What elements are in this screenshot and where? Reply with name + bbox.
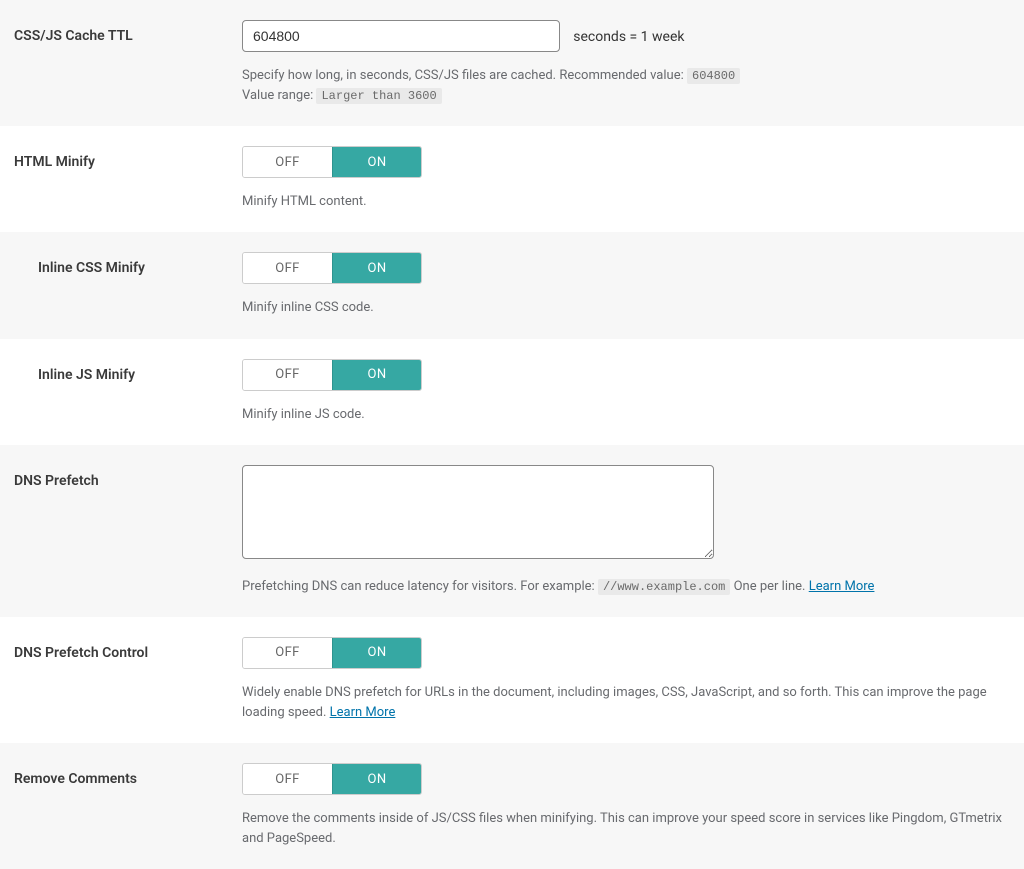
setting-row-cache-ttl: CSS/JS Cache TTL seconds = 1 week Specif… [0,0,1024,126]
help-code: 604800 [687,68,740,84]
setting-label: HTML Minify [14,146,242,212]
toggle-on[interactable]: ON [332,360,421,390]
inline-js-minify-toggle[interactable]: OFF ON [242,359,422,391]
cache-ttl-input[interactable] [242,20,560,52]
setting-help: Prefetching DNS can reduce latency for v… [242,577,1010,597]
toggle-on[interactable]: ON [332,638,421,668]
setting-row-remove-comments: Remove Comments OFF ON Remove the commen… [0,743,1024,869]
setting-control: OFF ON Remove the comments inside of JS/… [242,763,1010,849]
setting-help: Widely enable DNS prefetch for URLs in t… [242,683,1010,723]
toggle-on[interactable]: ON [332,253,421,283]
setting-control: OFF ON Widely enable DNS prefetch for UR… [242,637,1010,723]
dns-prefetch-textarea[interactable] [242,465,714,559]
toggle-off[interactable]: OFF [243,360,332,390]
toggle-on[interactable]: ON [332,764,421,794]
dns-prefetch-control-toggle[interactable]: OFF ON [242,637,422,669]
setting-label: Inline CSS Minify [14,252,242,318]
setting-row-inline-css-minify: Inline CSS Minify OFF ON Minify inline C… [0,232,1024,338]
toggle-off[interactable]: OFF [243,147,332,177]
setting-label: CSS/JS Cache TTL [14,20,242,106]
setting-row-dns-prefetch: DNS Prefetch Prefetching DNS can reduce … [0,445,1024,617]
toggle-off[interactable]: OFF [243,638,332,668]
setting-row-dns-prefetch-control: DNS Prefetch Control OFF ON Widely enabl… [0,617,1024,743]
setting-label: DNS Prefetch [14,465,242,597]
setting-row-inline-js-minify: Inline JS Minify OFF ON Minify inline JS… [0,339,1024,445]
help-code: Larger than 3600 [316,88,441,104]
inline-css-minify-toggle[interactable]: OFF ON [242,252,422,284]
toggle-off[interactable]: OFF [243,253,332,283]
setting-help: Minify inline JS code. [242,405,1010,425]
setting-label: Remove Comments [14,763,242,849]
setting-row-html-minify: HTML Minify OFF ON Minify HTML content. [0,126,1024,232]
setting-help: Minify inline CSS code. [242,298,1010,318]
toggle-on[interactable]: ON [332,147,421,177]
setting-control: OFF ON Minify HTML content. [242,146,1010,212]
remove-comments-toggle[interactable]: OFF ON [242,763,422,795]
setting-help: Minify HTML content. [242,192,1010,212]
setting-control: OFF ON Minify inline CSS code. [242,252,1010,318]
setting-help: Remove the comments inside of JS/CSS fil… [242,809,1010,849]
learn-more-link[interactable]: Learn More [809,579,875,594]
setting-control: OFF ON Minify inline JS code. [242,359,1010,425]
setting-control: seconds = 1 week Specify how long, in se… [242,20,1010,106]
setting-control: Prefetching DNS can reduce latency for v… [242,465,1010,597]
learn-more-link[interactable]: Learn More [330,705,396,720]
help-code: //www.example.com [598,579,730,595]
toggle-off[interactable]: OFF [243,764,332,794]
html-minify-toggle[interactable]: OFF ON [242,146,422,178]
setting-label: Inline JS Minify [14,359,242,425]
setting-help: Specify how long, in seconds, CSS/JS fil… [242,66,1010,106]
cache-ttl-suffix: seconds = 1 week [573,29,684,45]
setting-label: DNS Prefetch Control [14,637,242,723]
